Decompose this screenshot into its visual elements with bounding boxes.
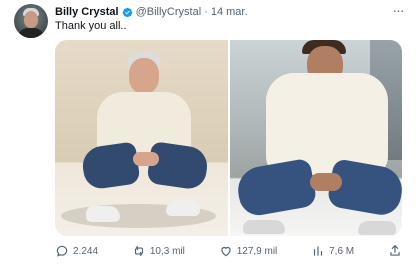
tweet-photo[interactable] — [229, 40, 402, 236]
tweet-actions: 2.244 10,3 mil 127,9 mil 7,6 M — [55, 242, 402, 260]
reply-button[interactable]: 2.244 — [55, 244, 98, 258]
tweet-text: Thank you all.. — [55, 20, 127, 32]
verified-badge-icon — [122, 7, 133, 18]
avatar[interactable] — [14, 4, 48, 38]
person-hands — [133, 152, 159, 166]
like-icon — [219, 244, 233, 258]
person-left-shoe — [86, 206, 120, 222]
person-right-shoe — [166, 200, 200, 216]
avatar-face — [24, 11, 38, 28]
tweet-photo[interactable] — [55, 40, 228, 236]
tweet-date[interactable]: 14 mar. — [211, 6, 248, 18]
tweet-media — [55, 40, 402, 236]
author-handle[interactable]: @BillyCrystal — [136, 6, 202, 18]
more-icon[interactable]: ··· — [390, 3, 406, 17]
separator-dot: · — [204, 6, 208, 18]
author-name[interactable]: Billy Crystal — [55, 6, 119, 18]
person-right-shoe — [357, 221, 396, 235]
share-icon — [388, 244, 402, 258]
avatar-shirt — [18, 28, 44, 38]
person-left-shoe — [242, 220, 285, 234]
retweet-icon — [132, 244, 146, 258]
views-button[interactable]: 7,6 M — [311, 244, 354, 258]
like-button[interactable]: 127,9 mil — [219, 244, 278, 258]
person-hands — [309, 173, 342, 191]
reply-count: 2.244 — [73, 245, 99, 257]
views-count: 7,6 M — [329, 245, 355, 257]
person-right-leg — [146, 141, 210, 191]
person-left-leg — [233, 157, 318, 219]
tweet-header: Billy Crystal @BillyCrystal · 14 mar. — [55, 4, 248, 20]
like-count: 127,9 mil — [236, 245, 278, 257]
tweet-card: Billy Crystal @BillyCrystal · 14 mar. ··… — [0, 0, 420, 280]
share-button[interactable] — [388, 244, 402, 258]
person-left-leg — [80, 141, 141, 191]
person-sweater — [265, 73, 388, 175]
views-icon — [311, 244, 325, 258]
retweet-count: 10,3 mil — [149, 245, 185, 257]
retweet-button[interactable]: 10,3 mil — [132, 244, 185, 258]
reply-icon — [55, 244, 69, 258]
person-head — [129, 58, 159, 94]
